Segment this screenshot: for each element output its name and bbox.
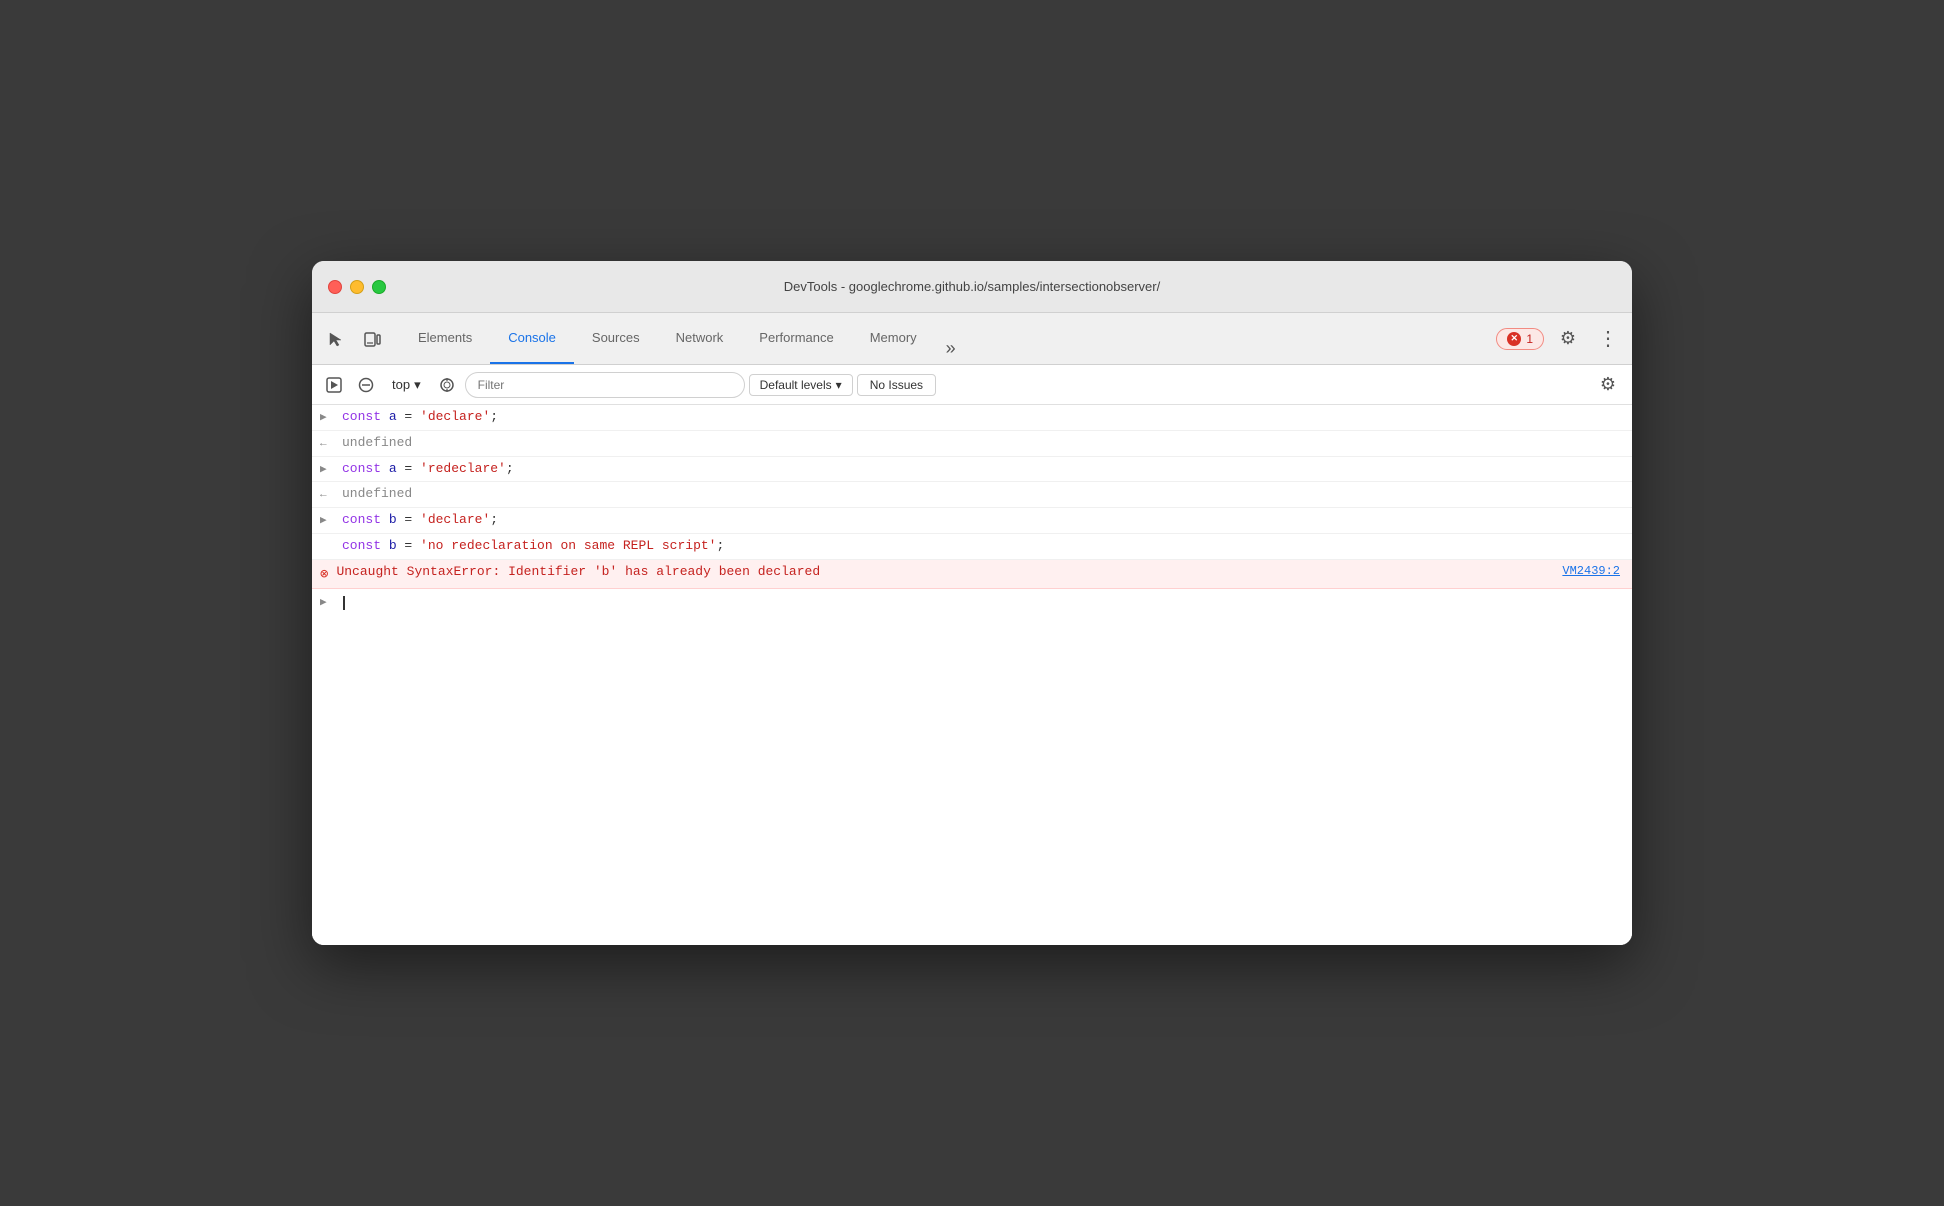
console-line: ▶ const a = 'declare'; xyxy=(312,405,1632,431)
tab-network[interactable]: Network xyxy=(658,313,742,364)
filter-input[interactable] xyxy=(465,372,745,398)
console-line: ← undefined xyxy=(312,431,1632,457)
devtools-panel: Elements Console Sources Network Perform… xyxy=(312,313,1632,945)
log-levels-button[interactable]: Default levels ▾ xyxy=(749,374,853,396)
more-options-button[interactable]: ⋮ xyxy=(1592,323,1624,355)
error-badge[interactable]: ✕ 1 xyxy=(1496,328,1544,350)
maximize-button[interactable] xyxy=(372,280,386,294)
cursor-blink xyxy=(343,596,345,610)
device-toolbar-button[interactable] xyxy=(356,323,388,355)
expand-arrow[interactable]: ▶ xyxy=(320,513,334,531)
more-tabs-button[interactable]: » xyxy=(935,332,967,364)
tab-performance[interactable]: Performance xyxy=(741,313,851,364)
error-console-line: ⊗ Uncaught SyntaxError: Identifier 'b' h… xyxy=(312,560,1632,589)
inspect-element-button[interactable] xyxy=(320,323,352,355)
output-arrow: ← xyxy=(320,487,334,505)
output-arrow: ← xyxy=(320,436,334,454)
expand-arrow[interactable]: ▶ xyxy=(320,410,334,428)
title-bar: DevTools - googlechrome.github.io/sample… xyxy=(312,261,1632,313)
close-button[interactable] xyxy=(328,280,342,294)
tabs: Elements Console Sources Network Perform… xyxy=(400,313,1496,364)
devtools-window: DevTools - googlechrome.github.io/sample… xyxy=(312,261,1632,945)
console-line: ← undefined xyxy=(312,482,1632,508)
console-toolbar: top ▾ Default levels ▾ No Issues ⚙ xyxy=(312,365,1632,405)
settings-button[interactable]: ⚙ xyxy=(1552,323,1584,355)
execute-button[interactable] xyxy=(320,371,348,399)
minimize-button[interactable] xyxy=(350,280,364,294)
input-prompt-arrow: ▶ xyxy=(320,595,334,613)
tab-elements[interactable]: Elements xyxy=(400,313,490,364)
context-selector[interactable]: top ▾ xyxy=(384,375,429,395)
expand-arrow[interactable]: ▶ xyxy=(320,462,334,480)
window-title: DevTools - googlechrome.github.io/sample… xyxy=(784,279,1160,294)
console-settings-button[interactable]: ⚙ xyxy=(1592,369,1624,401)
tab-memory[interactable]: Memory xyxy=(852,313,935,364)
console-line: ▶ const b = 'no redeclaration on same RE… xyxy=(312,534,1632,560)
clear-console-button[interactable] xyxy=(352,371,380,399)
tab-icons-left xyxy=(320,323,388,355)
traffic-lights xyxy=(328,280,386,294)
error-icon: ✕ xyxy=(1507,332,1521,346)
tab-bar-right: ✕ 1 ⚙ ⋮ xyxy=(1496,323,1624,355)
live-expressions-button[interactable] xyxy=(433,371,461,399)
no-issues-button[interactable]: No Issues xyxy=(857,374,936,396)
tab-sources[interactable]: Sources xyxy=(574,313,658,364)
console-input-line[interactable]: ▶ xyxy=(312,589,1632,618)
error-circle-icon: ⊗ xyxy=(320,564,328,586)
console-input[interactable] xyxy=(342,593,345,614)
console-line: ▶ const a = 'redeclare'; xyxy=(312,457,1632,483)
error-file-link[interactable]: VM2439:2 xyxy=(1562,562,1632,581)
console-line: ▶ const b = 'declare'; xyxy=(312,508,1632,534)
tab-console[interactable]: Console xyxy=(490,313,574,364)
console-output[interactable]: ▶ const a = 'declare'; ← undefined ▶ con… xyxy=(312,405,1632,945)
tab-bar: Elements Console Sources Network Perform… xyxy=(312,313,1632,365)
